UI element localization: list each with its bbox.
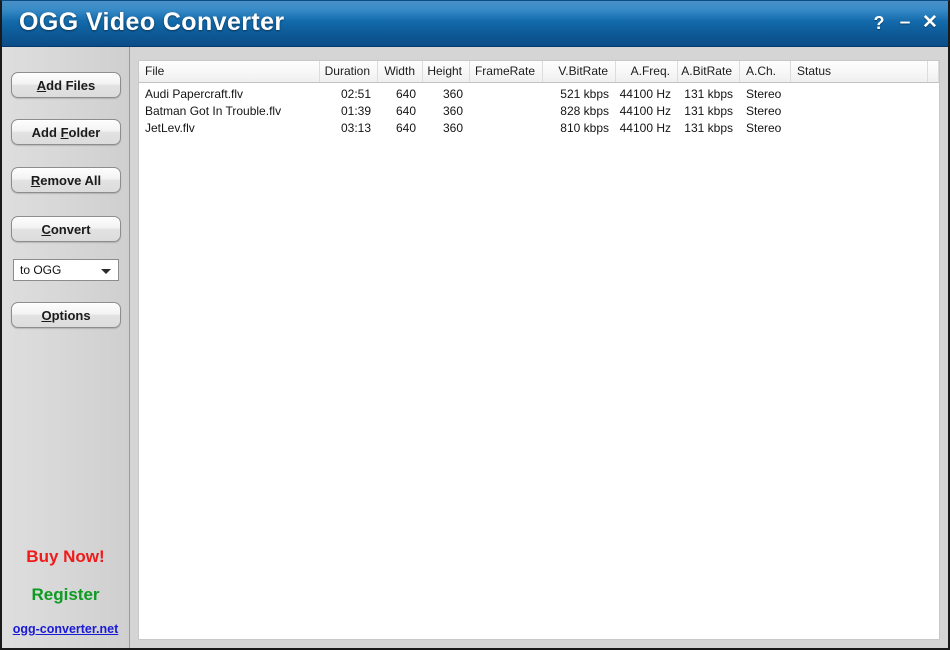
website-link[interactable]: ogg-converter.net [2, 622, 129, 636]
add-files-label: Add Files [36, 78, 96, 93]
help-icon[interactable]: ? [868, 12, 890, 34]
output-format-select[interactable]: to OGG [13, 259, 119, 281]
cell-extra [928, 86, 939, 103]
cell-vbitrate: 810 kbps [560, 121, 609, 135]
remove-all-button[interactable]: Remove All [11, 167, 121, 193]
add-files-button[interactable]: Add Files [11, 72, 121, 98]
cell-vbitrate: 521 kbps [560, 87, 609, 101]
cell-file: Batman Got In Trouble.flv [145, 104, 282, 118]
cell-ach: Stereo [746, 104, 782, 118]
cell-framerate [470, 120, 543, 137]
cell-abitrate: 131 kbps [684, 87, 733, 101]
register-link[interactable]: Register [2, 585, 129, 605]
remove-all-label: Remove All [30, 173, 102, 188]
cell-framerate [470, 86, 543, 103]
convert-button[interactable]: Convert [11, 216, 121, 242]
output-format-value: to OGG [20, 263, 62, 277]
add-folder-label: Add Folder [31, 125, 101, 140]
table-row[interactable]: Audi Papercraft.flv 02:51 640 360 521 kbps 44… [139, 86, 939, 103]
cell-framerate [470, 103, 543, 120]
column-header-duration[interactable]: Duration [320, 61, 378, 82]
cell-ach: Stereo [746, 121, 782, 135]
column-header-extra[interactable] [928, 61, 939, 82]
options-button[interactable]: Options [11, 302, 121, 328]
column-header-status[interactable]: Status [791, 61, 928, 82]
cell-status [791, 103, 928, 120]
cell-afreq: 44100 Hz [619, 87, 671, 101]
column-header-framerate[interactable]: FrameRate [470, 61, 543, 82]
file-list-rows: Audi Papercraft.flv 02:51 640 360 521 kbps 44… [139, 83, 939, 137]
cell-duration: 01:39 [340, 104, 371, 118]
add-folder-button[interactable]: Add Folder [11, 119, 121, 145]
convert-label: Convert [41, 222, 91, 237]
cell-afreq: 44100 Hz [619, 121, 671, 135]
cell-abitrate: 131 kbps [684, 104, 733, 118]
accelerator-char: C [41, 222, 51, 237]
cell-file: JetLev.flv [145, 121, 195, 135]
cell-width: 640 [395, 104, 416, 118]
application-window: OGG Video Converter ? – ✕ Add Files Add … [0, 0, 950, 650]
accelerator-char: R [30, 173, 41, 188]
cell-afreq: 44100 Hz [619, 104, 671, 118]
cell-duration: 03:13 [340, 121, 371, 135]
cell-status [791, 86, 928, 103]
cell-height: 360 [442, 87, 463, 101]
minimize-icon[interactable]: – [894, 12, 916, 34]
cell-file: Audi Papercraft.flv [145, 87, 244, 101]
buy-now-link[interactable]: Buy Now! [2, 547, 129, 567]
column-header-width[interactable]: Width [378, 61, 423, 82]
cell-height: 360 [442, 104, 463, 118]
cell-width: 640 [395, 87, 416, 101]
accelerator-char: O [41, 308, 52, 323]
accelerator-char: A [36, 78, 47, 93]
table-row[interactable]: JetLev.flv 03:13 640 360 810 kbps 44100 Hz 131… [139, 120, 939, 137]
cell-vbitrate: 828 kbps [560, 104, 609, 118]
cell-ach: Stereo [746, 87, 782, 101]
accelerator-char: F [60, 125, 69, 140]
file-list-panel[interactable]: File Duration Width Height FrameRate V.BitRat… [138, 60, 940, 640]
cell-extra [928, 103, 939, 120]
column-header-height[interactable]: Height [423, 61, 470, 82]
cell-width: 640 [395, 121, 416, 135]
cell-extra [928, 120, 939, 137]
title-bar: OGG Video Converter ? – ✕ [2, 1, 948, 47]
close-icon[interactable]: ✕ [919, 12, 941, 34]
chevron-down-icon [101, 269, 111, 274]
column-header-ach[interactable]: A.Ch. [740, 61, 791, 82]
cell-height: 360 [442, 121, 463, 135]
page-title: OGG Video Converter [19, 8, 285, 36]
cell-duration: 02:51 [340, 87, 371, 101]
sidebar: Add Files Add Folder Remove All Convert … [2, 47, 130, 648]
column-header-abitrate[interactable]: A.BitRate [678, 61, 740, 82]
file-list-header: File Duration Width Height FrameRate V.BitRat… [139, 61, 939, 83]
column-header-afreq[interactable]: A.Freq. [616, 61, 678, 82]
cell-status [791, 120, 928, 137]
column-header-vbitrate[interactable]: V.BitRate [543, 61, 616, 82]
table-row[interactable]: Batman Got In Trouble.flv 01:39 640 360 828 … [139, 103, 939, 120]
cell-abitrate: 131 kbps [684, 121, 733, 135]
options-label: Options [41, 308, 91, 323]
column-header-file[interactable]: File [139, 61, 320, 82]
